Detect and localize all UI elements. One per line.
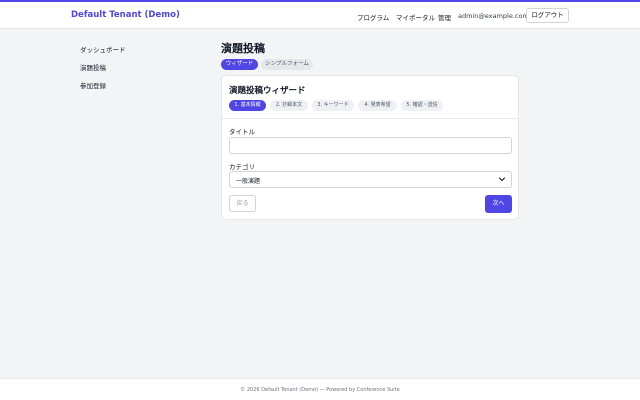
top-header: Default Tenant (Demo) プログラム マイポータル 管理 ad… (0, 2, 640, 29)
logout-button[interactable]: ログアウト (526, 8, 569, 23)
back-button[interactable]: 戻る (229, 195, 256, 212)
nav-my-portal[interactable]: マイポータル (396, 12, 435, 22)
category-field-label: カテゴリ (229, 163, 255, 171)
page-title: 演題投稿 (221, 42, 265, 55)
next-button[interactable]: 次へ (485, 195, 512, 213)
user-email: admin@example.com (458, 12, 529, 20)
step-confirm-submit[interactable]: 5. 確認・送信 (401, 100, 443, 111)
tab-wizard[interactable]: ウィザード (221, 59, 258, 70)
footer-text: © 2026 Default Tenant (Demo) — Powered b… (240, 387, 400, 393)
step-abstract-body[interactable]: 2. 抄録本文 (270, 100, 308, 111)
chevron-down-icon (498, 177, 506, 182)
title-field-label: タイトル (229, 128, 255, 136)
brand-link[interactable]: Default Tenant (Demo) (71, 10, 180, 20)
category-select[interactable]: 一般演題 (229, 171, 512, 188)
tab-simple-form[interactable]: シンプルフォーム (261, 59, 313, 70)
footer: © 2026 Default Tenant (Demo) — Powered b… (0, 378, 640, 400)
title-input[interactable] (229, 137, 512, 154)
divider (222, 118, 518, 119)
wizard-card: 演題投稿ウィザード 1. 基本情報 2. 抄録本文 3. キーワード 4. 発表… (221, 75, 519, 220)
step-presentation-preference[interactable]: 4. 発表希望 (358, 100, 397, 111)
step-keywords[interactable]: 3. キーワード (312, 100, 354, 111)
wizard-title: 演題投稿ウィザード (229, 86, 306, 96)
category-selected-value: 一般演題 (236, 178, 261, 185)
sidebar-item-dashboard[interactable]: ダッシュボード (80, 44, 126, 54)
sidebar-item-abstract-submission[interactable]: 演題投稿 (80, 62, 106, 72)
nav-program[interactable]: プログラム (357, 12, 389, 22)
nav-admin[interactable]: 管理 (438, 12, 451, 22)
step-basic-info[interactable]: 1. 基本情報 (229, 100, 266, 111)
sidebar-item-registration[interactable]: 参加登録 (80, 80, 106, 90)
